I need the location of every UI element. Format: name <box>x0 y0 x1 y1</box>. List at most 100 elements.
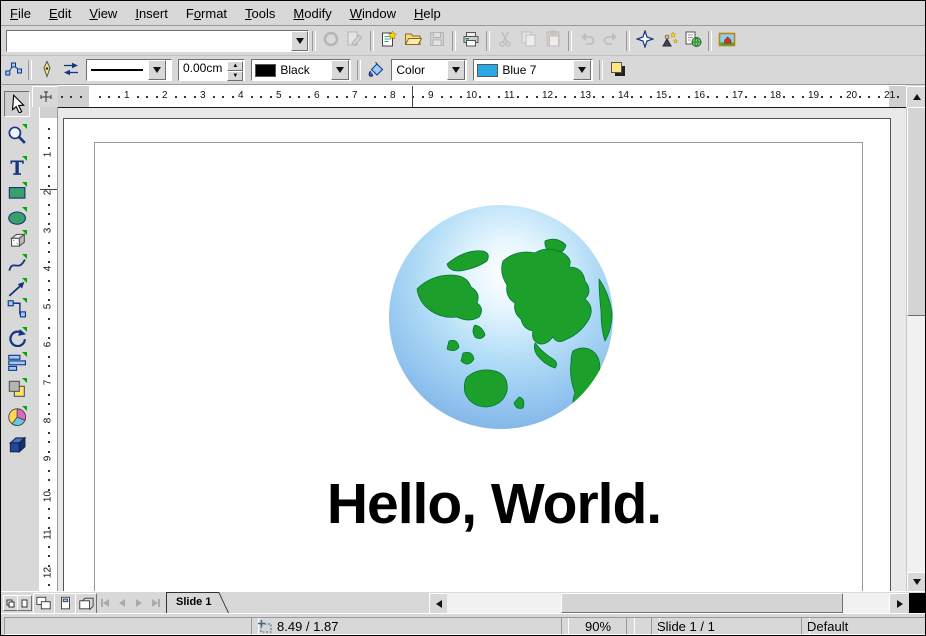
menu-modify[interactable]: Modify <box>284 3 340 24</box>
rotate-tool[interactable] <box>4 326 28 350</box>
undo-icon <box>578 30 596 51</box>
fill-color-label: Blue 7 <box>498 63 572 77</box>
scrollbar-corner <box>909 593 926 614</box>
line-color-arrow[interactable] <box>331 60 349 80</box>
copy-icon <box>520 30 538 51</box>
last-slide-button[interactable] <box>148 593 164 612</box>
slide-indicator: Slide 1 / 1 <box>657 619 715 634</box>
hyperlink-button[interactable] <box>681 29 705 53</box>
save-button[interactable] <box>425 29 449 53</box>
objects-3d-tool[interactable] <box>4 229 28 253</box>
line-dialog-button[interactable] <box>35 58 59 82</box>
line-style-select[interactable] <box>86 59 172 81</box>
url-combobox-arrow[interactable] <box>291 31 308 51</box>
menu-window[interactable]: Window <box>341 3 405 24</box>
arrange-tool[interactable] <box>4 377 28 401</box>
status-zoom-panel[interactable]: 90% <box>561 617 635 635</box>
layer-view-button[interactable] <box>75 593 97 614</box>
area-dialog-button[interactable] <box>364 58 388 82</box>
vertical-scroll-thumb[interactable] <box>907 107 926 316</box>
vertical-scrollbar[interactable] <box>906 107 926 591</box>
navigator-button[interactable] <box>633 29 657 53</box>
url-combobox[interactable] <box>6 30 309 52</box>
ruler-origin-button[interactable] <box>32 86 59 108</box>
paste-button[interactable] <box>541 29 565 53</box>
text-tool[interactable] <box>4 155 28 179</box>
stop-button[interactable] <box>319 29 343 53</box>
ellipse-tool[interactable] <box>4 206 28 230</box>
vertical-ruler[interactable]: 123456789101112 <box>31 107 58 591</box>
controller-3d-tool[interactable] <box>4 433 28 457</box>
open-button[interactable] <box>401 29 425 53</box>
pages-mini-icon <box>6 599 15 608</box>
edit-points-button[interactable] <box>1 58 25 82</box>
scroll-down-button[interactable] <box>907 572 926 592</box>
status-page-style-panel[interactable]: Default <box>801 617 926 635</box>
fill-color-arrow[interactable] <box>573 60 591 80</box>
alignment-tool[interactable] <box>4 351 28 375</box>
fill-type-arrow[interactable] <box>447 60 465 80</box>
connector-tool[interactable] <box>4 297 28 321</box>
fill-type-select[interactable]: Color <box>391 59 467 81</box>
last-icon <box>151 598 161 608</box>
slide-title-text[interactable]: Hello, World. <box>244 471 744 537</box>
curve-tool[interactable] <box>4 253 28 277</box>
scroll-right-button[interactable] <box>889 593 911 615</box>
horizontal-scrollbar[interactable] <box>447 593 889 613</box>
first-slide-button[interactable] <box>97 593 113 612</box>
master-view-button[interactable] <box>54 593 76 614</box>
slide-page[interactable]: Hello, World. <box>63 118 891 591</box>
menu-edit[interactable]: Edit <box>40 3 80 24</box>
menu-tools[interactable]: Tools <box>236 3 284 24</box>
horizontal-ruler[interactable]: 123456789101112131415161718192021 <box>58 85 906 109</box>
status-position-panel[interactable]: 8.49 / 1.87 <box>251 617 569 635</box>
line-style-arrow[interactable] <box>148 60 166 80</box>
slide-view-button[interactable] <box>33 593 55 614</box>
flyout-indicator-icon <box>22 230 27 235</box>
edit-points-icon <box>4 60 22 81</box>
autopilot-button[interactable] <box>657 29 681 53</box>
zoom-tool[interactable] <box>4 123 28 147</box>
copy-button[interactable] <box>517 29 541 53</box>
menu-file[interactable]: File <box>1 3 40 24</box>
function-toolbar <box>1 26 925 56</box>
select-icon <box>7 93 27 116</box>
url-input[interactable] <box>7 31 291 49</box>
menu-format[interactable]: Format <box>177 3 236 24</box>
toolbar-separator <box>486 31 490 51</box>
arrow-style-button[interactable] <box>59 58 83 82</box>
cut-button[interactable] <box>493 29 517 53</box>
select-tool[interactable] <box>4 91 30 117</box>
undo-button[interactable] <box>575 29 599 53</box>
flyout-indicator-icon <box>22 352 27 357</box>
rectangle-tool[interactable] <box>4 181 28 205</box>
redo-icon <box>602 30 620 51</box>
scroll-left-button[interactable] <box>429 593 449 615</box>
scroll-up-button[interactable] <box>906 86 926 108</box>
globe-image[interactable] <box>387 201 615 433</box>
shadow-button[interactable] <box>606 58 630 82</box>
insert-effects-tool[interactable] <box>4 405 28 429</box>
line-color-select[interactable]: Black <box>251 59 351 81</box>
corner-button-2[interactable] <box>17 595 32 611</box>
spin-up-button[interactable]: ▲ <box>227 61 243 71</box>
new-document-button[interactable] <box>377 29 401 53</box>
next-slide-button[interactable] <box>131 593 147 612</box>
slide-canvas[interactable]: Hello, World. <box>58 107 906 591</box>
status-slide-panel[interactable]: Slide 1 / 1 <box>651 617 810 635</box>
corner-button-1[interactable] <box>3 595 18 611</box>
horizontal-scroll-thumb[interactable] <box>561 593 843 613</box>
line-width-spinner[interactable]: 0.00cm ▲ ▼ <box>178 59 245 81</box>
redo-button[interactable] <box>599 29 623 53</box>
print-button[interactable] <box>459 29 483 53</box>
gallery-button[interactable] <box>715 29 739 53</box>
previous-slide-button[interactable] <box>114 593 130 612</box>
menu-insert[interactable]: Insert <box>126 3 177 24</box>
object-toolbar: 0.00cm ▲ ▼ Black Color Blue 7 <box>1 56 925 85</box>
paste-icon <box>544 30 562 51</box>
menu-help[interactable]: Help <box>405 3 450 24</box>
spin-down-button[interactable]: ▼ <box>227 71 243 81</box>
edit-file-button[interactable] <box>343 29 367 53</box>
fill-color-select[interactable]: Blue 7 <box>473 59 593 81</box>
menu-view[interactable]: View <box>80 3 126 24</box>
